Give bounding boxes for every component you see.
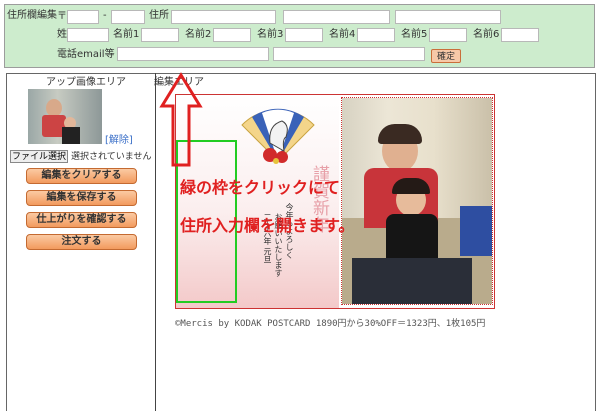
uploaded-thumbnail bbox=[28, 89, 102, 144]
save-edit-button[interactable]: 編集を保存する bbox=[26, 190, 137, 206]
address-label: 住所 bbox=[149, 10, 169, 21]
order-button[interactable]: 注文する bbox=[26, 234, 137, 250]
address-panel: 住所欄編集 〒 - 住所 姓 名前1 名前2 名前3 名前4 名前5 名前6 電… bbox=[4, 4, 595, 68]
postcard-caption: ©Mercis by KODAK POSTCARD 1890円から30%OFF＝… bbox=[175, 319, 486, 329]
given-name-input-4[interactable] bbox=[357, 28, 395, 42]
given-name-label-5: 名前5 bbox=[401, 29, 428, 40]
file-status-text: 選択されていません bbox=[71, 152, 152, 162]
arrow-up-icon bbox=[159, 72, 203, 167]
zip-first-input[interactable] bbox=[67, 10, 99, 24]
given-name-input-2[interactable] bbox=[213, 28, 251, 42]
annotation-line-2: 住所入力欄を開きます。 bbox=[180, 216, 355, 235]
surname-label: 姓 bbox=[57, 29, 67, 40]
address-input-3[interactable] bbox=[395, 10, 501, 24]
column-divider bbox=[155, 73, 156, 411]
given-name-label-4: 名前4 bbox=[329, 29, 356, 40]
zip-second-input[interactable] bbox=[111, 10, 145, 24]
file-select-button[interactable]: ファイル選択 bbox=[10, 150, 68, 163]
given-name-label-6: 名前6 bbox=[473, 29, 500, 40]
clear-edit-button[interactable]: 編集をクリアする bbox=[26, 168, 137, 184]
address-input-2[interactable] bbox=[283, 10, 390, 24]
postcard-photo bbox=[341, 97, 493, 305]
confirm-button[interactable]: 確定 bbox=[431, 49, 461, 63]
zip-separator: - bbox=[103, 10, 107, 21]
surname-input[interactable] bbox=[67, 28, 109, 42]
remove-image-link[interactable]: [解除] bbox=[105, 135, 133, 147]
given-name-input-5[interactable] bbox=[429, 28, 467, 42]
address-input-1[interactable] bbox=[171, 10, 276, 24]
address-panel-title: 住所欄編集 bbox=[7, 10, 57, 21]
fan-ornament-icon bbox=[241, 108, 315, 164]
given-name-input-3[interactable] bbox=[285, 28, 323, 42]
given-name-label-1: 名前1 bbox=[113, 29, 140, 40]
preview-result-button[interactable]: 仕上がりを確認する bbox=[26, 212, 137, 228]
given-name-input-6[interactable] bbox=[501, 28, 539, 42]
annotation-line-1: 緑の枠をクリックにて bbox=[180, 178, 341, 197]
contact-input-1[interactable] bbox=[117, 47, 269, 61]
given-name-input-1[interactable] bbox=[141, 28, 179, 42]
zip-mark: 〒 bbox=[57, 11, 67, 22]
contact-label: 電話email等 bbox=[57, 49, 115, 60]
contact-input-2[interactable] bbox=[273, 47, 425, 61]
given-name-label-3: 名前3 bbox=[257, 29, 284, 40]
upload-area-label: アップ画像エリア bbox=[46, 77, 126, 88]
given-name-label-2: 名前2 bbox=[185, 29, 212, 40]
